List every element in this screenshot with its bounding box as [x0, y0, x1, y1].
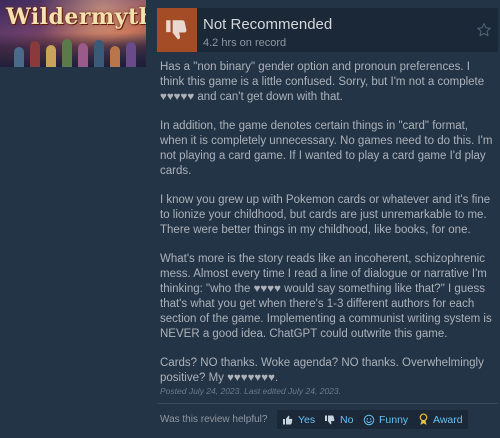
thumbs-down-icon: [157, 8, 197, 52]
divider: [157, 403, 498, 404]
review-header: Not Recommended 4.2 hrs on record: [157, 8, 498, 52]
helpful-prompt: Was this review helpful?: [160, 414, 268, 425]
star-outline-icon[interactable]: [476, 22, 492, 38]
smiley-icon: [363, 414, 375, 425]
vote-yes-button[interactable]: Yes: [277, 410, 321, 429]
review-paragraph: Has a "non binary" gender option and pro…: [160, 61, 485, 103]
review-paragraph: What's more is the story reads like an i…: [160, 253, 492, 340]
game-banner[interactable]: Wildermyth: [0, 0, 146, 67]
review-body: Has a "non binary" gender option and pro…: [160, 60, 495, 400]
award-ribbon-icon: [419, 413, 428, 425]
game-logo: Wildermyth: [6, 4, 146, 30]
vote-yes-label: Yes: [298, 413, 316, 426]
banner-figures: [0, 33, 146, 67]
hours-on-record: 4.2 hrs on record: [203, 37, 287, 49]
thumbs-up-icon: [283, 415, 293, 424]
posted-date: Posted July 24, 2023. Last edited July 2…: [160, 386, 341, 396]
vote-no-button[interactable]: No: [319, 410, 359, 429]
award-label: Award: [433, 413, 463, 426]
vote-no-label: No: [340, 413, 354, 426]
review-verdict: Not Recommended: [203, 16, 333, 33]
vote-funny-button[interactable]: Funny: [358, 410, 414, 429]
review-paragraph: Cards? NO thanks. Woke agenda? NO thanks…: [160, 357, 484, 384]
vote-funny-label: Funny: [379, 413, 409, 426]
thumbs-down-icon: [325, 415, 335, 424]
award-button[interactable]: Award: [413, 410, 468, 429]
review-paragraph: In addition, the game denotes certain th…: [160, 120, 493, 177]
review-paragraph: I know you grew up with Pokemon cards or…: [160, 194, 491, 236]
